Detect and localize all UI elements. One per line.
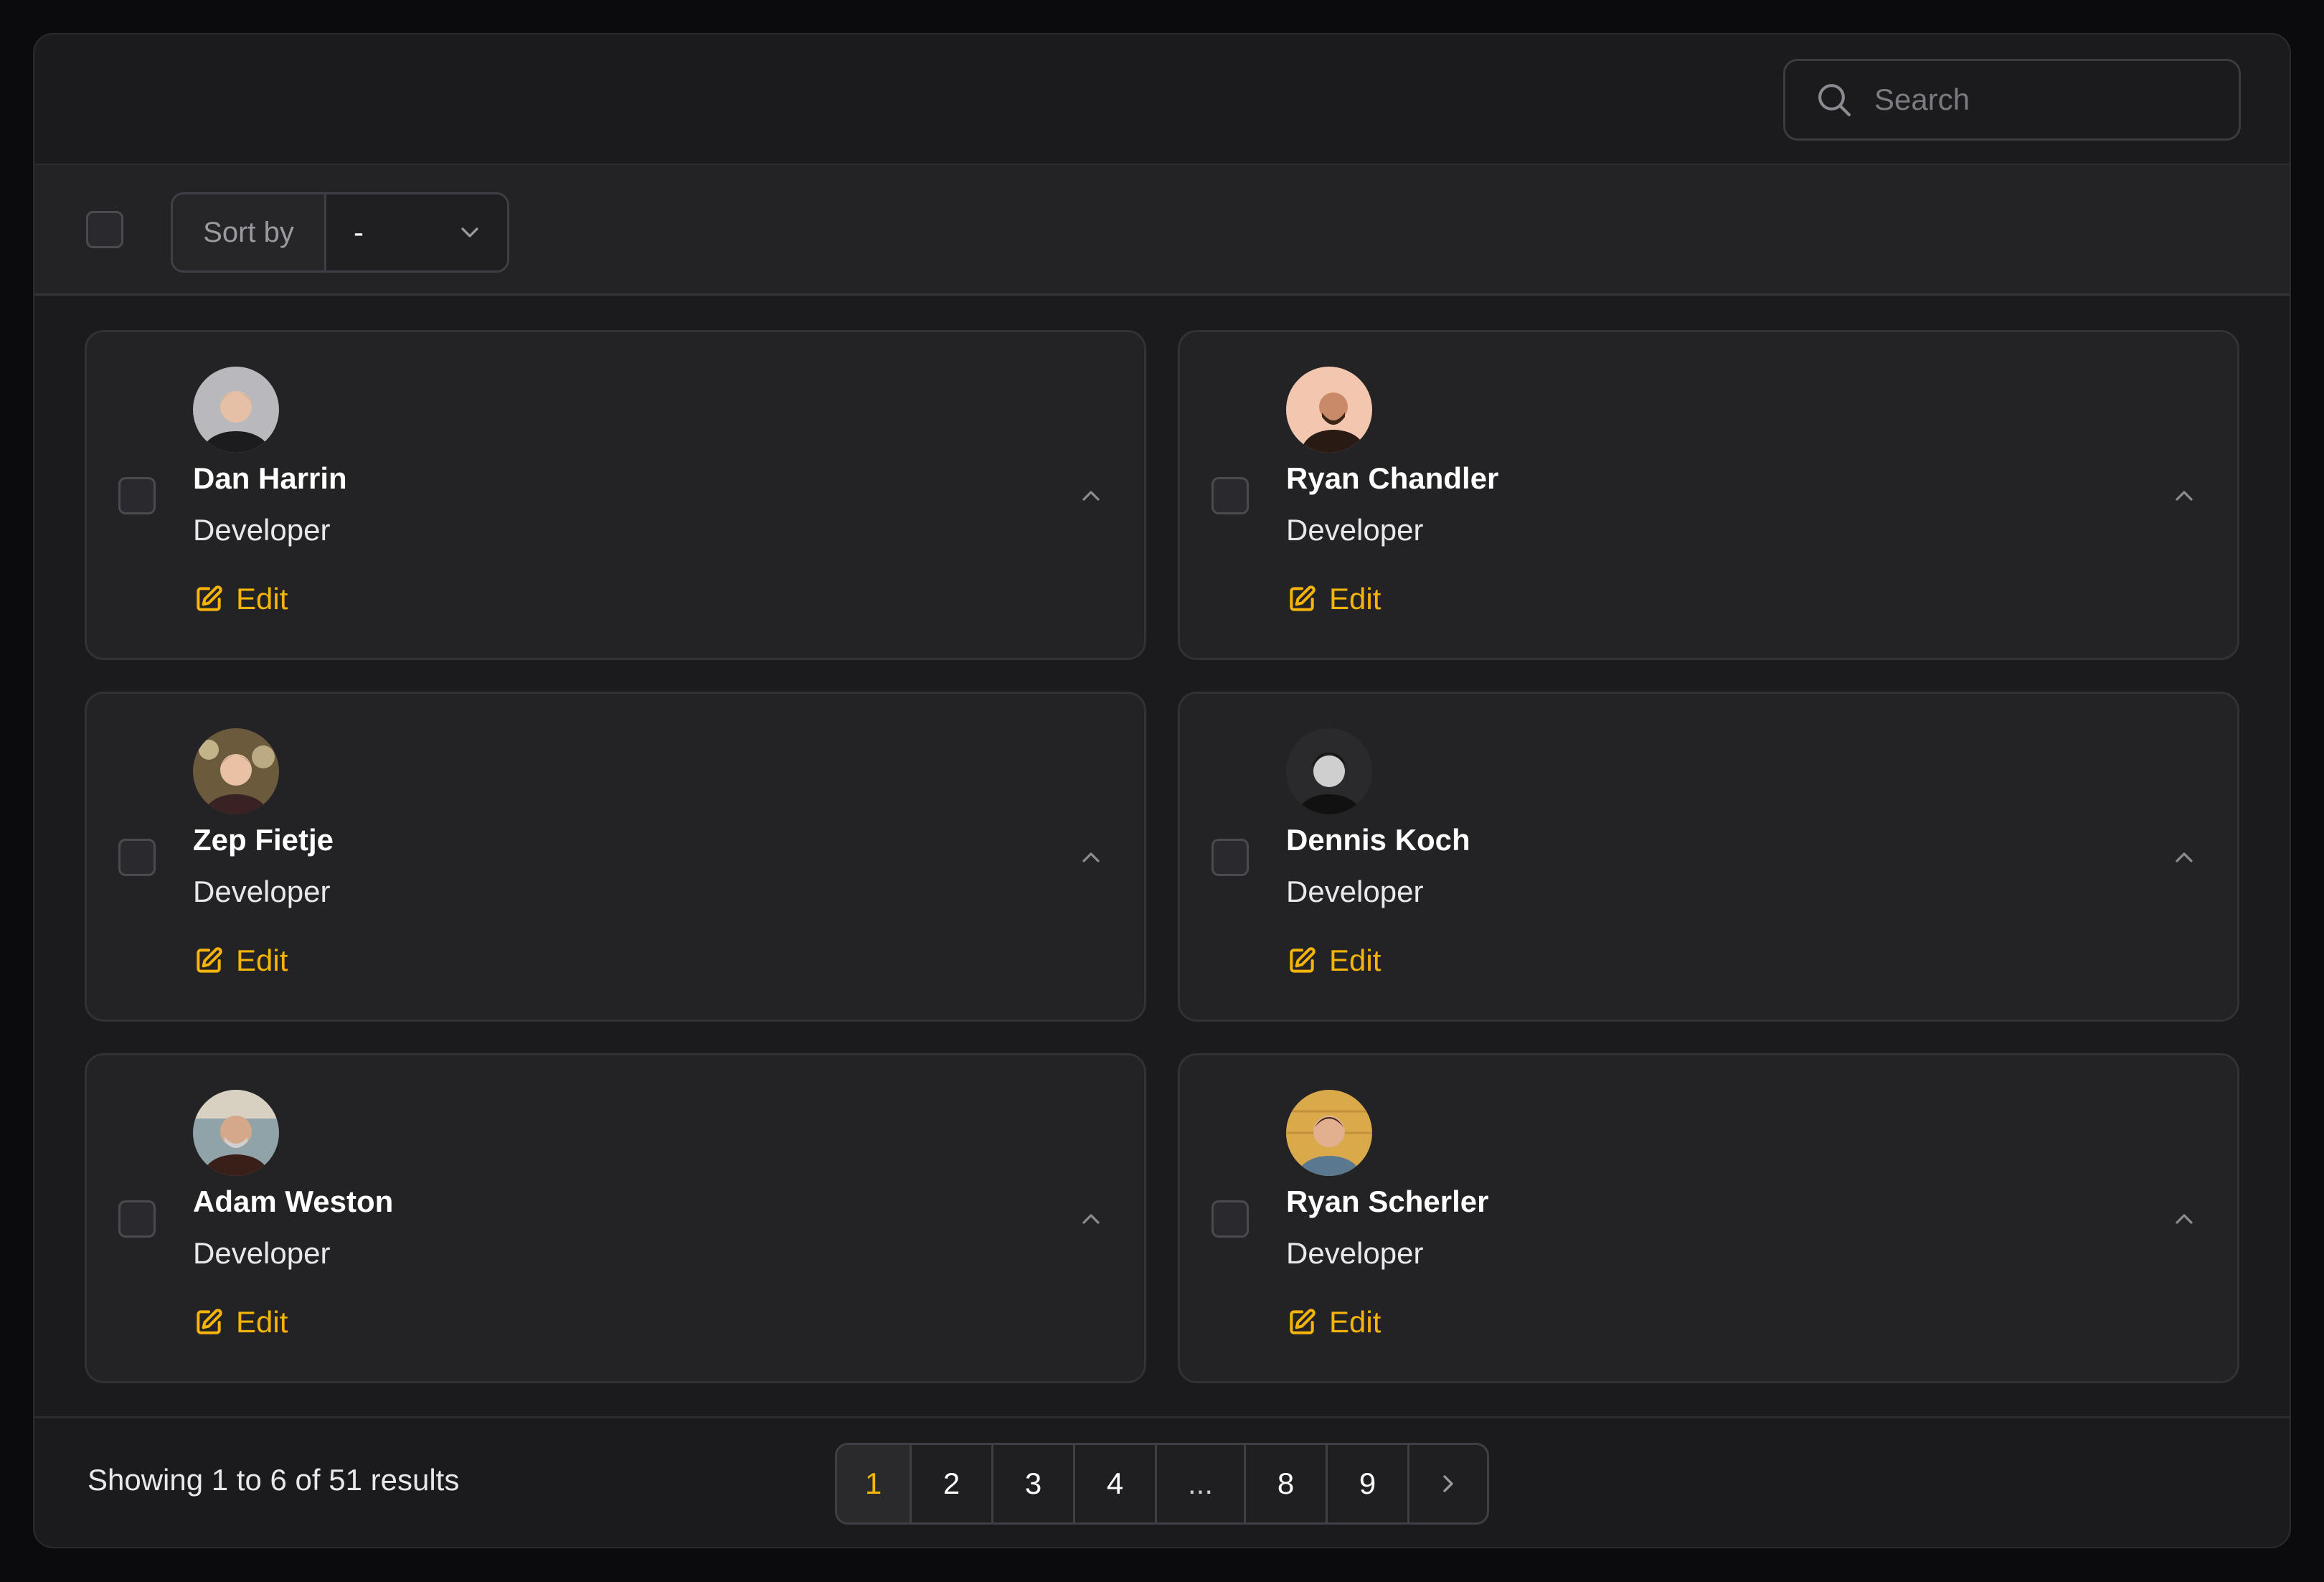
card-name: Adam Weston xyxy=(193,1185,394,1218)
edit-link[interactable]: Edit xyxy=(193,1305,288,1339)
page-button[interactable]: 4 xyxy=(1075,1445,1157,1522)
avatar xyxy=(1286,367,1372,453)
row-checkbox[interactable] xyxy=(118,1200,156,1238)
card-name: Zep Fietje xyxy=(193,823,334,857)
record-card: Ryan Chandler Developer Edit xyxy=(1178,330,2239,660)
row-checkbox[interactable] xyxy=(118,477,156,514)
chevron-down-icon xyxy=(455,218,484,247)
pencil-square-icon xyxy=(1286,1306,1318,1338)
record-card: Dan Harrin Developer Edit xyxy=(85,330,1146,660)
avatar xyxy=(1286,1090,1372,1176)
pencil-square-icon xyxy=(1286,945,1318,976)
row-checkbox[interactable] xyxy=(1211,1200,1249,1238)
chevron-up-icon[interactable] xyxy=(1077,1205,1105,1233)
chevron-up-icon[interactable] xyxy=(2170,1205,2198,1233)
page-button[interactable]: 3 xyxy=(993,1445,1075,1522)
results-summary: Showing 1 to 6 of 51 results xyxy=(88,1463,460,1497)
search-input[interactable]: Search xyxy=(1783,59,2241,141)
select-all-checkbox[interactable] xyxy=(86,211,123,248)
edit-link[interactable]: Edit xyxy=(1286,582,1381,616)
card-role: Developer xyxy=(1286,875,1424,908)
card-role: Developer xyxy=(1286,513,1424,547)
edit-label: Edit xyxy=(1329,1305,1381,1339)
sort-label: Sort by xyxy=(173,194,326,270)
edit-link[interactable]: Edit xyxy=(1286,1305,1381,1339)
record-card: Adam Weston Developer Edit xyxy=(85,1053,1146,1383)
card-name: Dennis Koch xyxy=(1286,823,1470,857)
pencil-square-icon xyxy=(1286,583,1318,615)
search-placeholder: Search xyxy=(1874,83,1970,116)
avatar xyxy=(193,1090,279,1176)
page-button[interactable]: 9 xyxy=(1328,1445,1409,1522)
next-page-button[interactable] xyxy=(1409,1445,1487,1522)
card-name: Dan Harrin xyxy=(193,461,347,495)
record-card: Zep Fietje Developer Edit xyxy=(85,692,1146,1022)
edit-label: Edit xyxy=(236,943,288,977)
pagination: 1 2 3 4 ... 8 9 xyxy=(835,1443,1489,1525)
table-footer: Showing 1 to 6 of 51 results 1 2 3 4 ...… xyxy=(34,1416,2290,1547)
page-button[interactable]: 1 xyxy=(837,1445,912,1522)
chevron-right-icon xyxy=(1434,1469,1463,1498)
edit-link[interactable]: Edit xyxy=(193,943,288,978)
avatar xyxy=(193,728,279,814)
edit-link[interactable]: Edit xyxy=(193,582,288,616)
edit-label: Edit xyxy=(1329,943,1381,977)
pencil-square-icon xyxy=(193,1306,225,1338)
row-checkbox[interactable] xyxy=(1211,477,1249,514)
card-name: Ryan Scherler xyxy=(1286,1185,1489,1218)
page-button[interactable]: 2 xyxy=(912,1445,993,1522)
card-role: Developer xyxy=(193,875,331,908)
card-role: Developer xyxy=(1286,1236,1424,1270)
table-panel: Search Sort by - Dan Harrin Developer Ed… xyxy=(33,33,2291,1548)
card-role: Developer xyxy=(193,513,331,547)
table-header: Search xyxy=(34,34,2290,165)
row-checkbox[interactable] xyxy=(118,839,156,876)
chevron-up-icon[interactable] xyxy=(2170,843,2198,872)
row-checkbox[interactable] xyxy=(1211,839,1249,876)
sort-control[interactable]: Sort by - xyxy=(171,192,509,273)
pencil-square-icon xyxy=(193,583,225,615)
page-button[interactable]: 8 xyxy=(1246,1445,1328,1522)
avatar xyxy=(1286,728,1372,814)
avatar xyxy=(193,367,279,453)
sort-select[interactable]: - xyxy=(326,194,507,270)
edit-label: Edit xyxy=(236,1305,288,1339)
card-role: Developer xyxy=(193,1236,331,1270)
chevron-up-icon[interactable] xyxy=(1077,843,1105,872)
page-ellipsis: ... xyxy=(1157,1445,1246,1522)
edit-label: Edit xyxy=(1329,582,1381,616)
chevron-up-icon[interactable] xyxy=(2170,481,2198,510)
record-card: Ryan Scherler Developer Edit xyxy=(1178,1053,2239,1383)
pencil-square-icon xyxy=(193,945,225,976)
record-card: Dennis Koch Developer Edit xyxy=(1178,692,2239,1022)
sort-value: - xyxy=(354,215,364,249)
toolbar: Sort by - xyxy=(34,165,2290,296)
search-icon xyxy=(1814,80,1854,120)
edit-label: Edit xyxy=(236,582,288,616)
chevron-up-icon[interactable] xyxy=(1077,481,1105,510)
card-name: Ryan Chandler xyxy=(1286,461,1499,495)
edit-link[interactable]: Edit xyxy=(1286,943,1381,978)
